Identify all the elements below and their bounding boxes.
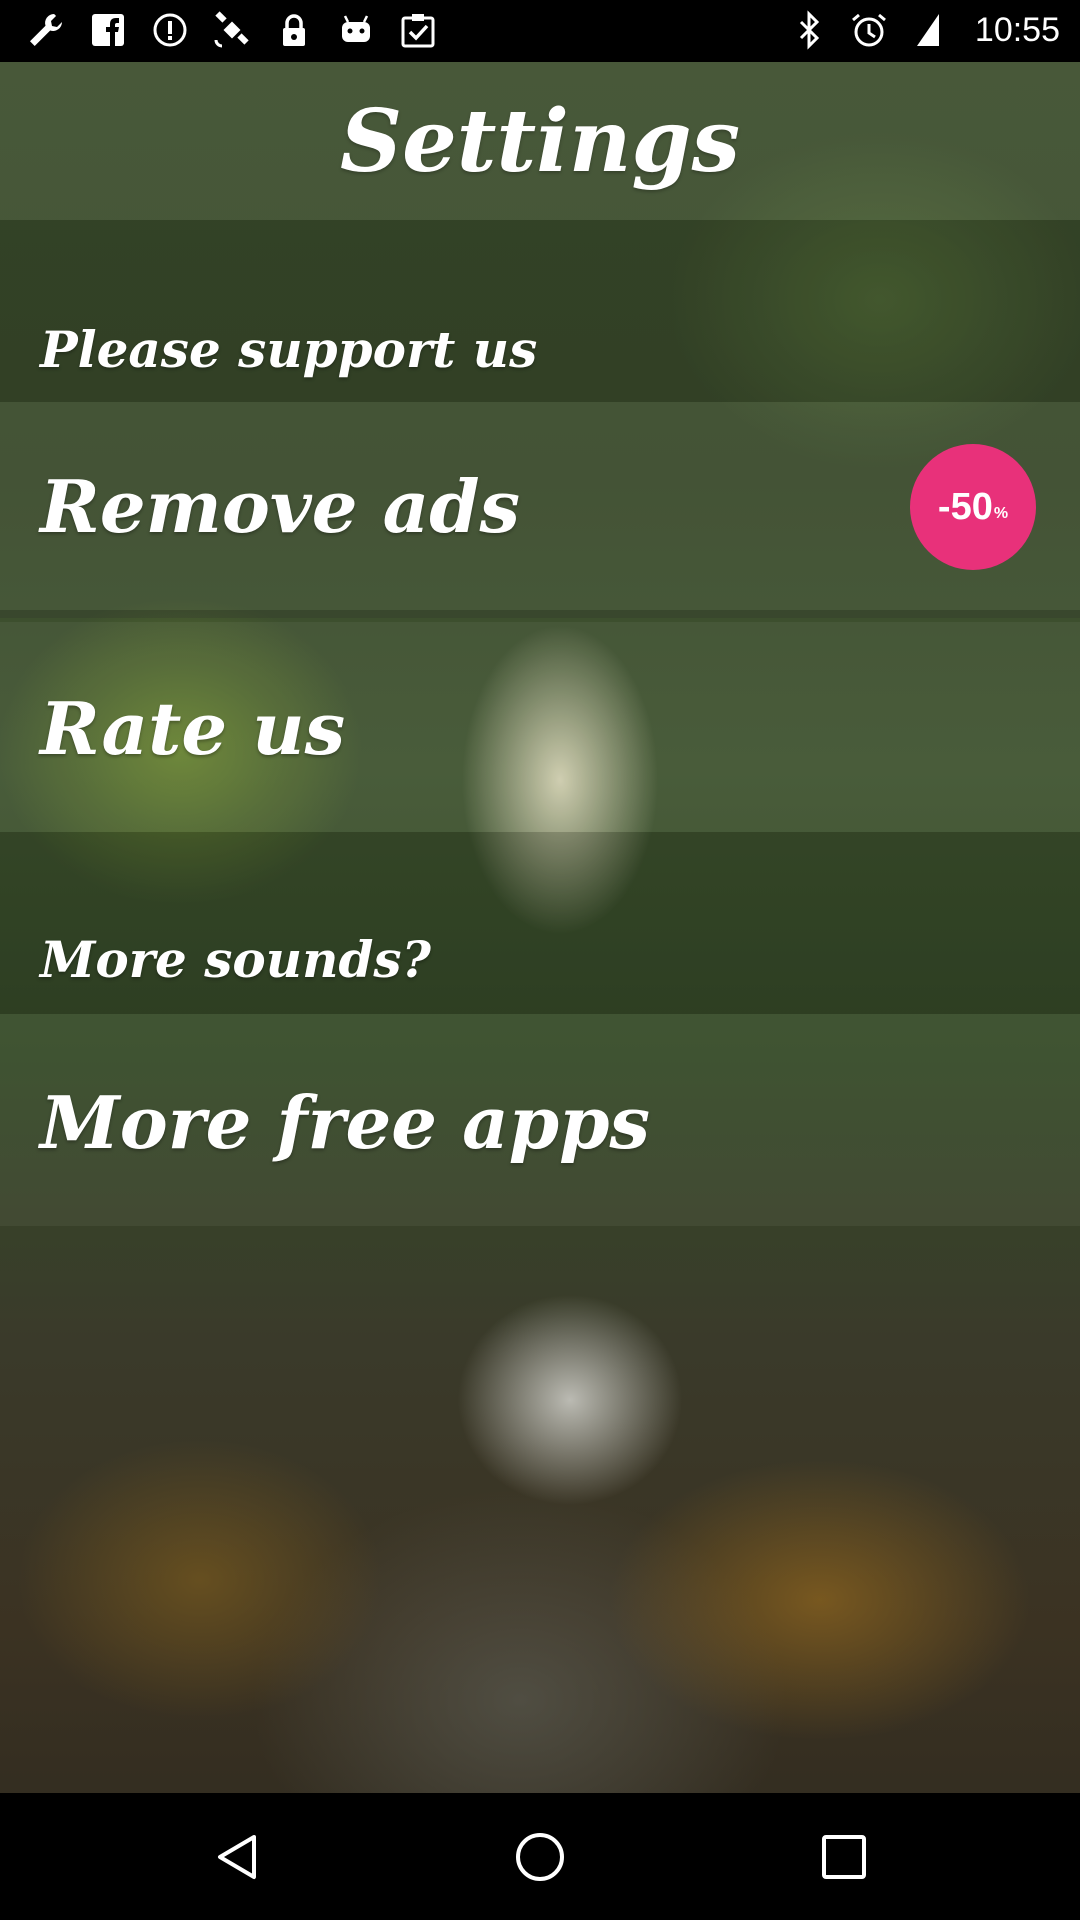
page-title: Settings <box>0 62 1080 220</box>
discount-value: -50 <box>937 485 993 528</box>
remove-ads-button[interactable]: Remove ads -50% <box>0 402 1080 618</box>
clock: 10:55 <box>974 10 1060 49</box>
wrench-icon <box>26 10 66 50</box>
remove-ads-label: Remove ads <box>40 464 521 549</box>
support-label: Please support us <box>40 320 538 379</box>
signal-icon <box>909 10 949 50</box>
rate-us-button[interactable]: Rate us <box>0 622 1080 832</box>
more-free-apps-button[interactable]: More free apps <box>0 1014 1080 1226</box>
lock-icon <box>274 10 314 50</box>
discount-unit: % <box>993 505 1009 522</box>
info-icon <box>150 10 190 50</box>
more-sounds-section-header: More sounds? <box>0 832 1080 1014</box>
bluetooth-icon <box>789 10 829 50</box>
home-icon[interactable] <box>510 1831 570 1883</box>
alarm-icon <box>849 10 889 50</box>
navigation-bar <box>0 1793 1080 1920</box>
facebook-icon <box>88 10 128 50</box>
support-section-header: Please support us <box>0 220 1080 402</box>
discount-badge: -50% <box>910 444 1036 570</box>
more-free-apps-label: More free apps <box>40 1080 650 1165</box>
rate-us-label: Rate us <box>40 686 346 771</box>
android-icon <box>336 10 376 50</box>
satellite-icon <box>212 10 252 50</box>
back-icon[interactable] <box>206 1831 266 1883</box>
more-sounds-label: More sounds? <box>40 930 431 989</box>
recents-icon[interactable] <box>814 1831 874 1883</box>
status-bar: 10:55 <box>0 0 1080 62</box>
clipboard-check-icon <box>398 10 438 50</box>
